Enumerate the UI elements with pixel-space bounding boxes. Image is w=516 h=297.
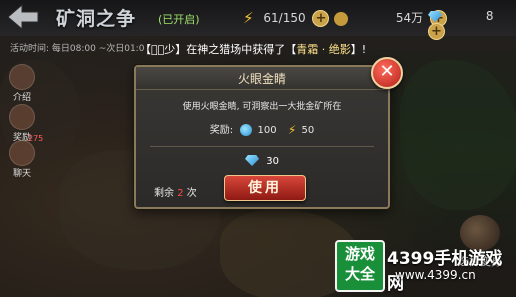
back-button[interactable] bbox=[6, 3, 40, 31]
lightning-icon: ⚡ bbox=[243, 9, 254, 27]
reward-row: 奖励: 100 ⚡ 50 bbox=[209, 123, 315, 137]
watermark-url: www.4399.cn bbox=[395, 268, 476, 282]
intro-icon bbox=[9, 64, 35, 90]
dialog-title: 火眼金睛 bbox=[237, 72, 286, 86]
cost-row: 30 bbox=[136, 155, 388, 167]
player-name: 忠᷊少 bbox=[151, 43, 176, 56]
chat-icon bbox=[9, 140, 35, 166]
gem-counter: 8 + bbox=[428, 9, 516, 40]
add-stamina-button[interactable]: + bbox=[312, 9, 330, 27]
dialog-header: 火眼金睛 bbox=[136, 67, 388, 90]
page-title: 矿洞之争 bbox=[56, 8, 137, 30]
activity-time: 活动时间: 每日08:00 ~次日01:0 bbox=[10, 44, 145, 54]
stamina-counter: ⚡ 61/150 + bbox=[243, 9, 330, 27]
site-logo-box: 游戏大全 bbox=[335, 240, 385, 292]
close-button[interactable]: ✕ bbox=[371, 57, 403, 89]
watermark-logo: 游戏大全 4399手机游戏网 www.4399.cn bbox=[335, 240, 507, 294]
lightning-icon: ⚡ bbox=[287, 123, 297, 137]
sidebar-item-intro[interactable]: 介绍 bbox=[4, 64, 40, 103]
chat-count-badge: 275 bbox=[28, 134, 44, 143]
reward-icon bbox=[9, 104, 35, 130]
item-name: 青霜 · 绝影 bbox=[296, 43, 351, 56]
use-button[interactable]: 使用 bbox=[224, 175, 306, 201]
remaining-uses: 剩余 2 次 bbox=[154, 188, 197, 199]
add-gem-button[interactable]: + bbox=[428, 23, 445, 40]
top-bar: 矿洞之争 (已开启) ⚡ 61/150 + 54万 + 8 + bbox=[0, 0, 516, 40]
diamond-icon bbox=[428, 11, 442, 22]
coin-icon bbox=[334, 11, 348, 26]
ore-icon bbox=[240, 124, 253, 136]
divider bbox=[150, 146, 374, 147]
status-label: (已开启) bbox=[158, 13, 200, 26]
item-dialog: 火眼金睛 ✕ 使用火眼金睛, 可洞察出一大批金矿所在 奖励: 100 ⚡ 50 … bbox=[134, 57, 403, 209]
back-arrow-icon bbox=[7, 3, 39, 31]
dialog-description: 使用火眼金睛, 可洞察出一大批金矿所在 bbox=[182, 102, 342, 112]
diamond-icon bbox=[245, 155, 260, 166]
sidebar-item-chat[interactable]: 275 聊天 bbox=[4, 134, 43, 179]
broadcast-marquee: 【忠᷊少】在神之猎场中获得了【青霜 · 绝影】! bbox=[140, 43, 367, 56]
